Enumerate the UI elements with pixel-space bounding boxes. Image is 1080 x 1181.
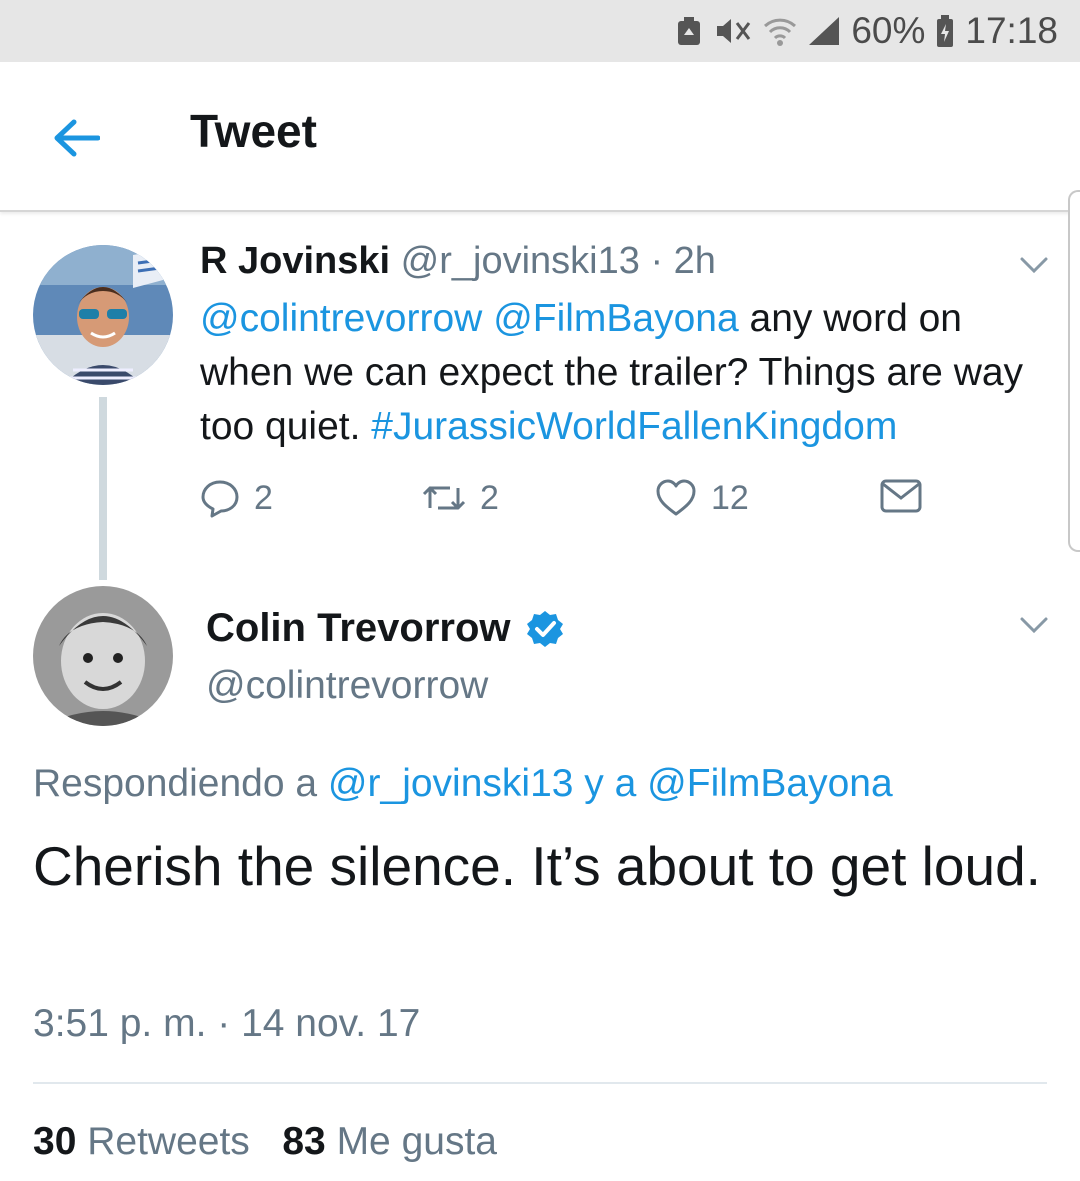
- replying-to-line: Respondiendo a @r_jovinski13 y a @FilmBa…: [33, 762, 893, 806]
- status-time: 17:18: [965, 10, 1058, 51]
- reply-icon: [201, 480, 239, 518]
- hashtag-link[interactable]: #JurassicWorldFallenKingdom: [371, 405, 897, 448]
- status-bar: 60% 17:18: [0, 0, 1080, 62]
- like-button[interactable]: 12: [655, 478, 749, 518]
- tweet-actions: 2 2 12: [200, 478, 960, 528]
- main-author: Colin Trevorrow: [206, 606, 565, 651]
- thread-connector: [99, 397, 107, 580]
- retweet-count: 2: [480, 478, 499, 517]
- parent-tweet-header: R Jovinski @r_jovinski13 · 2h: [200, 240, 716, 283]
- envelope-icon: [880, 479, 922, 513]
- like-count: 12: [711, 478, 749, 517]
- author-name[interactable]: R Jovinski: [200, 240, 390, 282]
- chevron-down-icon: [1020, 617, 1048, 634]
- direct-message-button[interactable]: [880, 478, 922, 514]
- arrow-left-icon: [54, 119, 100, 157]
- reply-user-link[interactable]: @FilmBayona: [647, 762, 893, 805]
- reply-button[interactable]: 2: [200, 478, 273, 518]
- like-total: 83: [282, 1120, 326, 1163]
- separator-dot: ·: [650, 240, 664, 282]
- retweet-button[interactable]: 2: [422, 478, 499, 518]
- main-tweet-menu-button[interactable]: [1014, 610, 1054, 640]
- recycle-battery-icon: [675, 15, 703, 47]
- signal-icon: [807, 15, 841, 47]
- app-toolbar: Tweet: [0, 62, 1080, 212]
- replying-prefix: Respondiendo a: [33, 762, 318, 805]
- likes-label: Me gusta: [336, 1120, 497, 1163]
- scrollbar[interactable]: [1068, 190, 1080, 552]
- divider: [33, 1082, 1047, 1084]
- heart-icon: [656, 479, 696, 516]
- page-title: Tweet: [190, 105, 317, 157]
- retweets-label: Retweets: [87, 1120, 250, 1163]
- parent-tweet-menu-button[interactable]: [1014, 250, 1054, 280]
- mention-link[interactable]: @FilmBayona: [493, 297, 739, 340]
- tweet-stats: 30 Retweets 83 Me gusta: [33, 1120, 497, 1164]
- mute-icon: [713, 15, 753, 47]
- chevron-down-icon: [1020, 257, 1048, 274]
- retweet-total: 30: [33, 1120, 77, 1163]
- wifi-icon: [763, 15, 797, 47]
- battery-percent: 60%: [851, 10, 926, 51]
- tweet-timestamp: 3:51 p. m. · 14 nov. 17: [33, 1002, 421, 1045]
- parent-tweet-text: @colintrevorrow @FilmBayona any word on …: [200, 292, 1060, 454]
- reply-user-link[interactable]: @r_jovinski13: [328, 762, 574, 805]
- author-handle[interactable]: @r_jovinski13: [401, 240, 640, 282]
- author-handle[interactable]: @colintrevorrow: [206, 664, 488, 708]
- author-name[interactable]: Colin Trevorrow: [206, 606, 511, 651]
- tweet-time-ago: 2h: [673, 240, 716, 282]
- retweet-icon: [422, 486, 466, 510]
- main-tweet-text: Cherish the silence. It’s about to get l…: [33, 835, 1041, 897]
- reply-count: 2: [254, 478, 273, 517]
- avatar-r-jovinski[interactable]: [33, 245, 173, 385]
- retweets-stat[interactable]: 30 Retweets: [33, 1120, 250, 1163]
- back-button[interactable]: [48, 110, 104, 166]
- replying-join: y a: [584, 762, 637, 805]
- mention-link[interactable]: @colintrevorrow: [200, 297, 482, 340]
- likes-stat[interactable]: 83 Me gusta: [282, 1120, 497, 1163]
- avatar-colin-trevorrow[interactable]: [33, 586, 173, 726]
- battery-icon: [935, 14, 955, 48]
- verified-badge-icon: [526, 610, 563, 647]
